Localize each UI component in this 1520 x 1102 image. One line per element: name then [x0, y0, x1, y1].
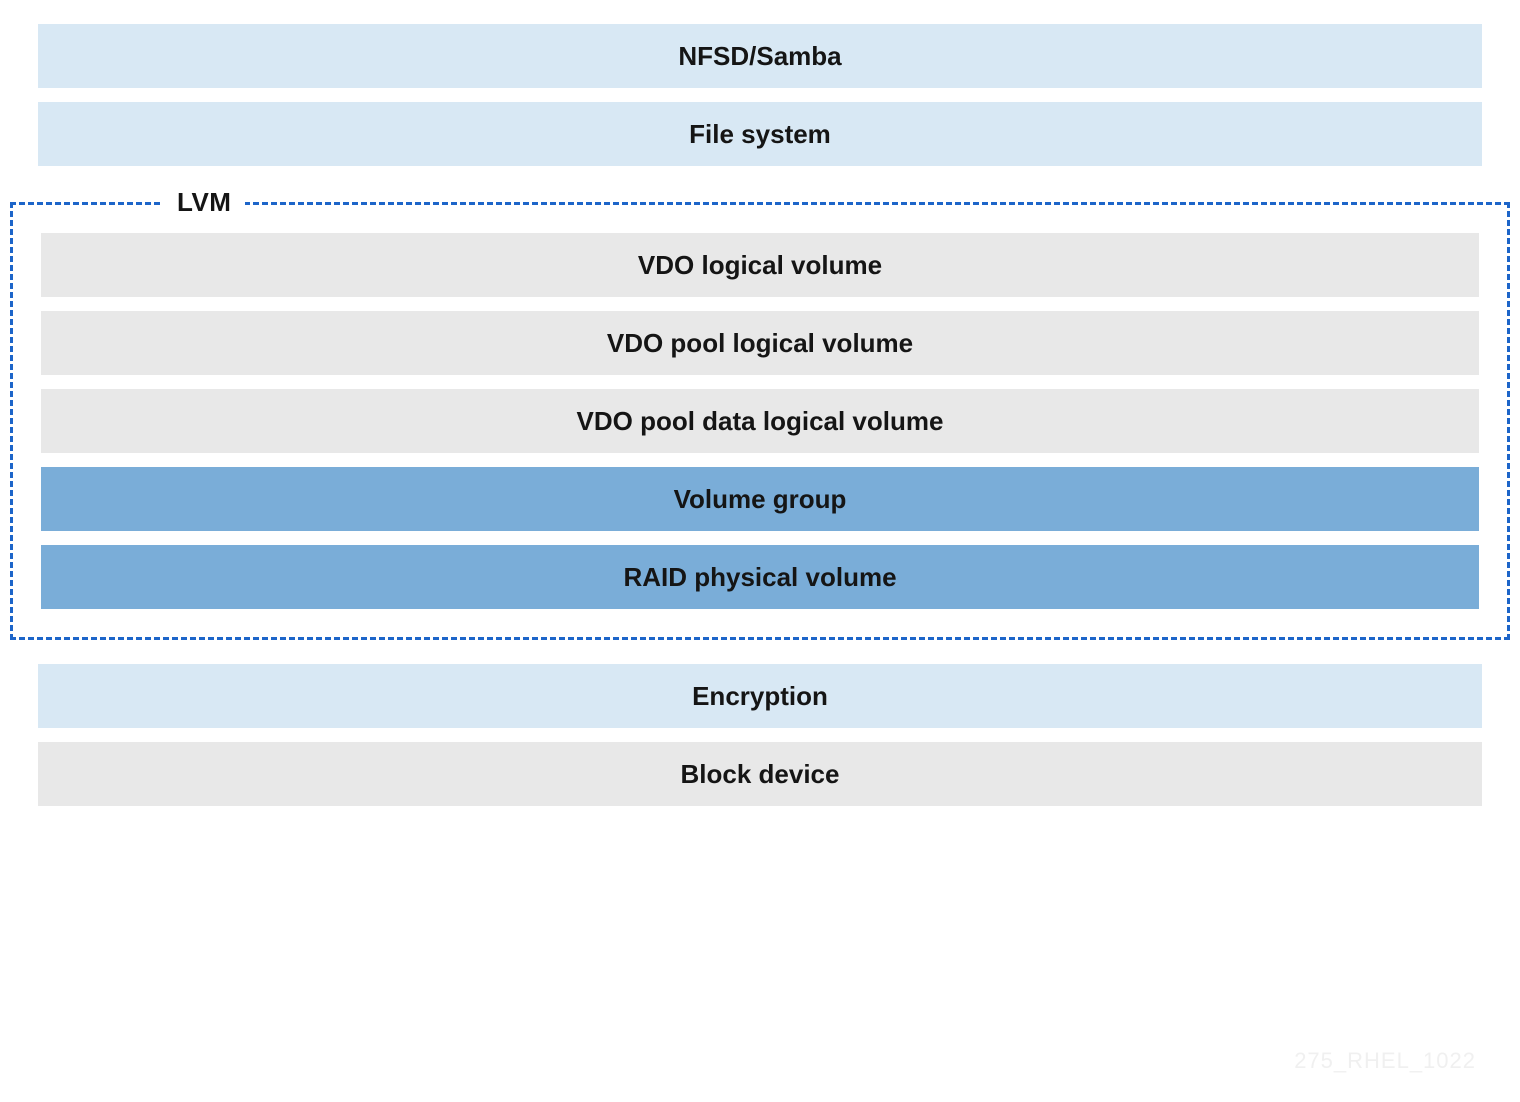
layer-block-device: Block device: [38, 742, 1482, 806]
layer-volume-group: Volume group: [41, 467, 1479, 531]
layer-encryption: Encryption: [38, 664, 1482, 728]
layer-vdo-logical-volume: VDO logical volume: [41, 233, 1479, 297]
layer-file-system: File system: [38, 102, 1482, 166]
layer-label: VDO pool logical volume: [607, 328, 913, 359]
layer-label: VDO logical volume: [638, 250, 882, 281]
layer-vdo-pool-data-logical-volume: VDO pool data logical volume: [41, 389, 1479, 453]
layer-raid-physical-volume: RAID physical volume: [41, 545, 1479, 609]
layer-label: RAID physical volume: [623, 562, 896, 593]
lvm-group-label: LVM: [163, 187, 245, 218]
layer-label: VDO pool data logical volume: [577, 406, 944, 437]
layer-label: File system: [689, 119, 831, 150]
watermark-text: 275_RHEL_1022: [1294, 1048, 1476, 1074]
layer-label: Block device: [681, 759, 840, 790]
lvm-group-box: LVM VDO logical volume VDO pool logical …: [10, 202, 1510, 640]
layer-label: NFSD/Samba: [678, 41, 841, 72]
layer-vdo-pool-logical-volume: VDO pool logical volume: [41, 311, 1479, 375]
layer-label: Encryption: [692, 681, 828, 712]
layer-nfsd-samba: NFSD/Samba: [38, 24, 1482, 88]
layer-label: Volume group: [674, 484, 847, 515]
